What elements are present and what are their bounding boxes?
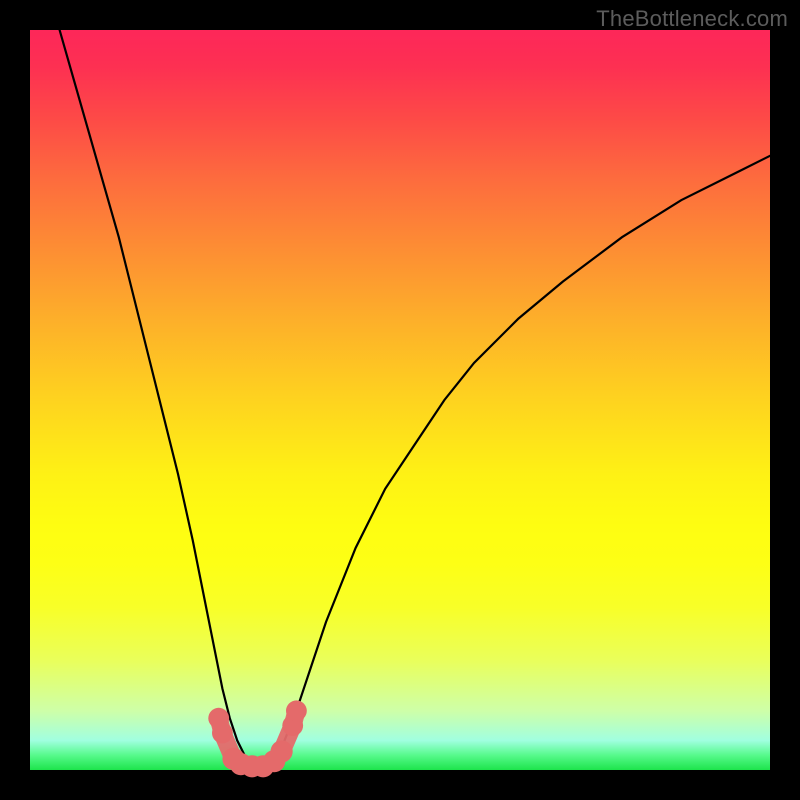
watermark-text: TheBottleneck.com [596,6,788,32]
chart-svg [30,30,770,770]
chart-frame: TheBottleneck.com [0,0,800,800]
curve-marker [271,740,293,762]
curve-marker [212,723,233,744]
bottleneck-curve [60,30,770,770]
curve-marker [286,700,307,721]
plot-area [30,30,770,770]
